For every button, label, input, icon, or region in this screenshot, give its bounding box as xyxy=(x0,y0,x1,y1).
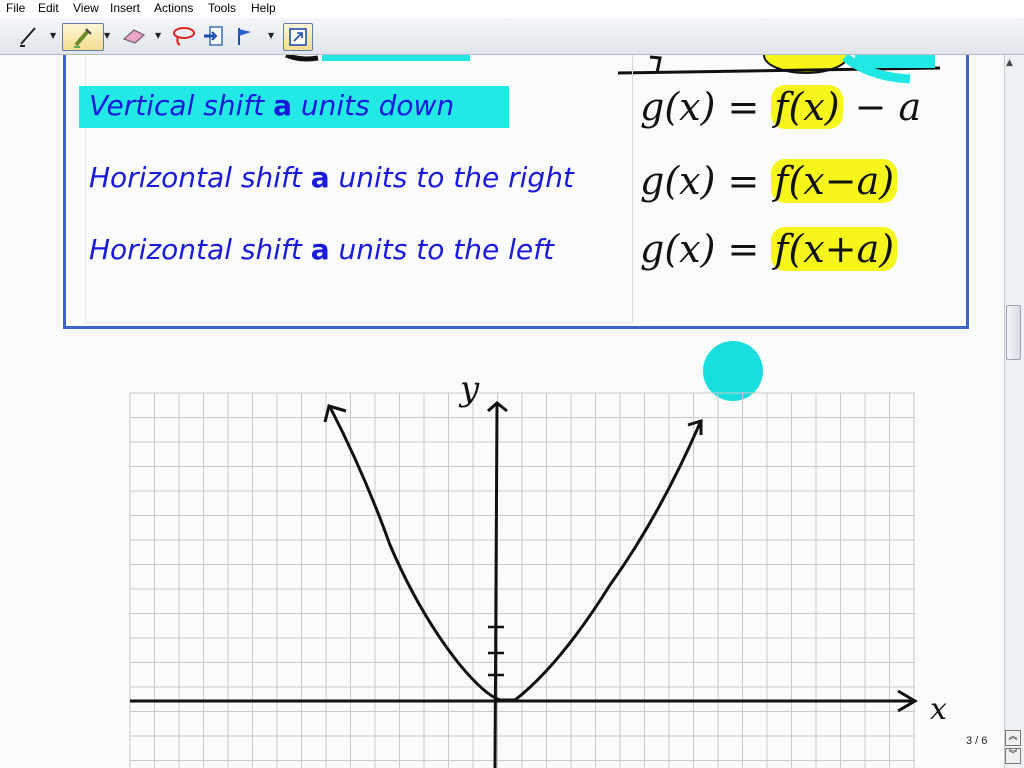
eraser-dropdown-arrow[interactable]: ▼ xyxy=(155,31,161,40)
page-indicator: 3 / 6 xyxy=(966,735,988,747)
menu-edit[interactable]: Edit xyxy=(38,1,59,15)
y-axis xyxy=(493,404,499,768)
chevron-down-icon: ︾ xyxy=(1008,750,1018,760)
insert-space-tool-button[interactable] xyxy=(200,23,226,49)
flag-dropdown-arrow[interactable]: ▼ xyxy=(268,31,274,40)
flag-icon xyxy=(238,28,251,45)
flag-tool-button[interactable] xyxy=(232,23,258,49)
insert-space-icon xyxy=(204,26,223,46)
highlighter-tool-button[interactable] xyxy=(62,23,104,51)
menu-file[interactable]: File xyxy=(6,1,25,15)
fullscreen-tool-button[interactable] xyxy=(283,23,313,51)
lasso-icon xyxy=(173,27,195,46)
whiteboard-canvas[interactable]: Vertical shift a units down Horizontal s… xyxy=(0,55,1004,768)
fullscreen-icon xyxy=(289,28,307,46)
pen-dropdown-arrow[interactable]: ▼ xyxy=(50,31,56,40)
menu-view[interactable]: View xyxy=(73,1,99,15)
eraser-tool-button[interactable] xyxy=(118,23,150,49)
scrollbar-thumb[interactable] xyxy=(1006,305,1021,360)
toolbar: ▼ ▼ ▼ ▼ xyxy=(0,18,1024,55)
highlighter-dropdown-arrow[interactable]: ▼ xyxy=(104,31,110,40)
pen-tool-button[interactable] xyxy=(14,23,44,49)
menu-help[interactable]: Help xyxy=(251,1,276,15)
highlighter-icon xyxy=(74,28,92,48)
chevron-up-icon: ︽ xyxy=(1008,732,1018,742)
coordinate-graph: y x xyxy=(129,369,947,768)
menu-insert[interactable]: Insert xyxy=(110,1,140,15)
x-axis-label: x xyxy=(930,692,947,727)
scroll-up-arrow[interactable]: ▲ xyxy=(1006,58,1013,68)
vertical-scrollbar[interactable] xyxy=(1004,55,1024,768)
lasso-tool-button[interactable] xyxy=(168,23,198,49)
eraser-icon xyxy=(122,29,146,44)
page-navigation: ︽ ︾ xyxy=(1005,730,1021,764)
menu-bar: File Edit View Insert Actions Tools Help xyxy=(0,0,1024,18)
next-page-button[interactable]: ︾ xyxy=(1005,748,1021,764)
menu-tools[interactable]: Tools xyxy=(208,1,236,15)
menu-actions[interactable]: Actions xyxy=(154,1,193,15)
pen-icon xyxy=(20,27,36,47)
previous-page-button[interactable]: ︽ xyxy=(1005,730,1021,746)
graph-grid xyxy=(129,392,915,768)
y-axis-label: y xyxy=(458,369,480,409)
